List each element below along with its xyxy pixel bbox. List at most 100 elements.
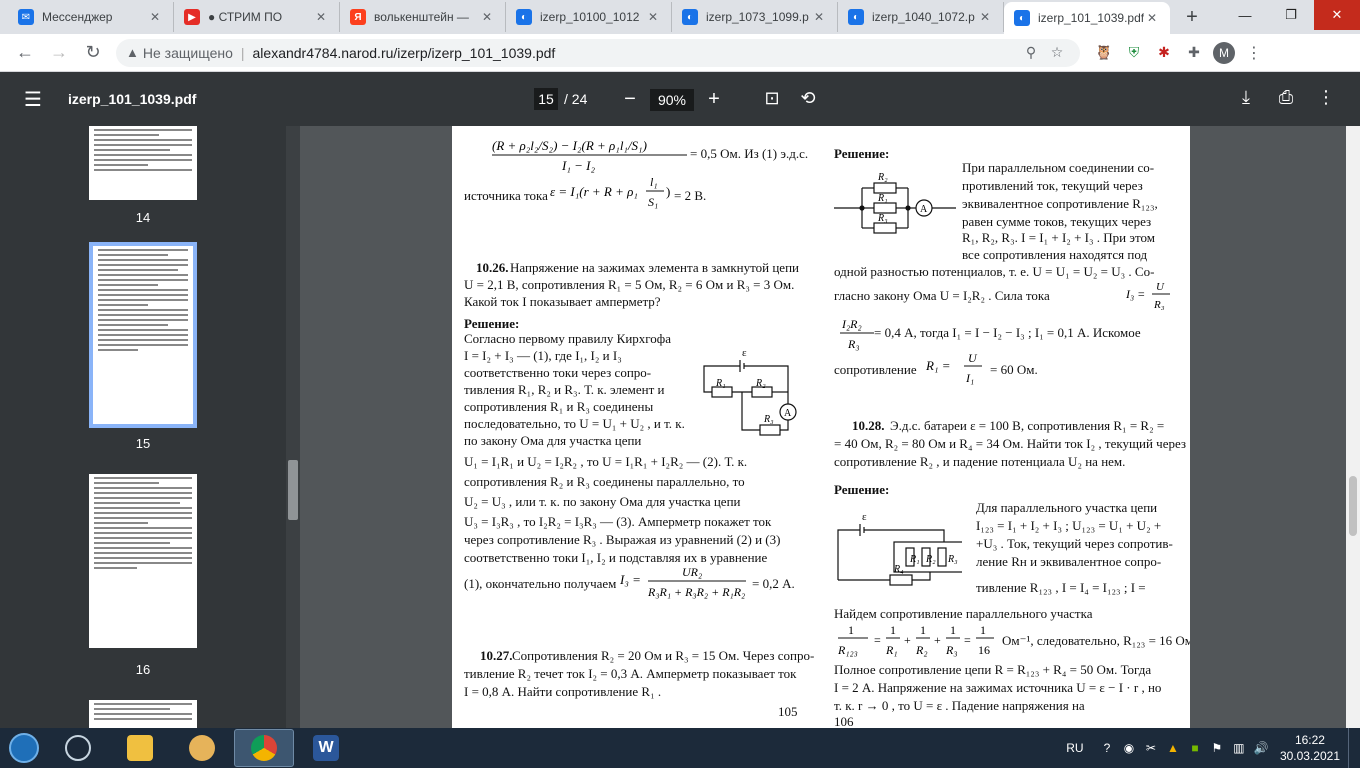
taskbar-explorer[interactable] [110,729,170,767]
tab-close-icon[interactable]: ✕ [977,10,993,24]
word-icon: W [313,735,339,761]
hamburger-menu-icon[interactable]: ☰ [24,87,48,112]
clock[interactable]: 16:22 30.03.2021 [1280,732,1340,764]
thumbnail-page-17[interactable] [89,700,197,728]
taskbar-chrome[interactable] [234,729,294,767]
page-number-input[interactable]: 15 [534,88,558,110]
profile-avatar[interactable]: M [1210,39,1238,67]
svg-text:=: = [874,633,881,647]
sidebar-scrollbar[interactable] [286,126,300,728]
text-line: = 0,5 Ом. Из (1) э.д.с. [690,146,809,161]
taskbar-paint[interactable] [172,729,232,767]
browser-tab[interactable]: ✉ Мессенджер ✕ [8,2,174,32]
tab-close-icon[interactable]: ✕ [811,10,827,24]
volume-icon[interactable]: 🔊 [1250,741,1272,755]
flag-icon[interactable]: ⚑ [1206,741,1228,755]
solution-heading: Решение: [834,146,890,161]
tab-title: Мессенджер [42,10,113,24]
browser-tab[interactable]: ◐ izerp_10100_1012 ✕ [506,2,672,32]
tab-close-icon[interactable]: ✕ [147,10,163,24]
tab-close-icon[interactable]: ✕ [479,10,495,24]
svg-text:1: 1 [920,623,926,637]
tab-favicon-icon: ◐ [848,9,864,25]
new-tab-button[interactable]: + [1178,3,1206,31]
close-window-button[interactable]: ✕ [1314,0,1360,30]
tool-icon[interactable]: ✂ [1140,741,1162,755]
svg-text:1: 1 [950,623,956,637]
windows-logo-icon [9,733,39,763]
warning-tray-icon[interactable]: ▲ [1162,741,1184,755]
steam-tray-icon[interactable]: ◉ [1118,741,1140,755]
back-button[interactable]: ← [10,38,40,68]
zoom-in-button[interactable]: + [700,88,728,111]
network-icon[interactable]: ▥ [1228,741,1250,755]
text-line: Напряжение на зажимах элемента в замкнут… [510,260,799,275]
help-icon[interactable]: ? [1096,741,1118,755]
star-icon[interactable]: ☆ [1044,44,1070,61]
reload-button[interactable]: ↻ [78,38,108,68]
text-line: (1), окончательно получаем [464,576,617,591]
main-scroll-thumb[interactable] [1349,476,1357,536]
browser-tab[interactable]: ◐ izerp_101_1039.pdf ✕ [1004,2,1170,34]
browser-tab[interactable]: ◐ izerp_1073_1099.p ✕ [672,2,838,32]
nvidia-icon[interactable]: ■ [1184,741,1206,755]
tab-close-icon[interactable]: ✕ [645,10,661,24]
problem-number: 10.27. [480,648,513,663]
browser-tab[interactable]: ▶ ● СТРИМ ПО ✕ [174,2,340,32]
tab-close-icon[interactable]: ✕ [1144,11,1160,25]
url-text[interactable]: alexandr4784.narod.ru/izerp/izerp_101_10… [253,45,1018,61]
tab-close-icon[interactable]: ✕ [313,10,329,24]
solution-heading: Решение: [464,316,520,331]
svg-text:R₂: R₂ [925,554,936,565]
text-line: сопротивление [834,362,917,377]
svg-text:R₂: R₂ [755,378,766,389]
text-line: сопротивление R₂ , и падение потенциала … [834,454,1126,469]
clock-time: 16:22 [1294,733,1325,747]
menu-kebab-icon[interactable]: ⋮ [1240,39,1268,67]
svg-text:R₁: R₁ [877,193,888,204]
language-indicator[interactable]: RU [1064,741,1086,755]
omnibox[interactable]: ▲ Не защищено | alexandr4784.narod.ru/iz… [116,38,1080,67]
svg-text:U: U [968,351,978,365]
warning-icon: ▲ [126,45,139,60]
text-line: по закону Ома для участка цепи [464,433,642,448]
more-options-icon[interactable]: ⋮ [1314,87,1338,108]
thumbnail-page-14[interactable] [89,126,197,200]
thumbnail-page-16[interactable] [89,474,197,648]
text-line: т. к. r → 0 , то U = ε . Падение напряже… [834,698,1085,713]
svg-text:U: U [1156,281,1165,293]
forward-button[interactable]: → [44,38,74,68]
extension-owl-icon[interactable]: 🦉 [1090,39,1118,67]
zoom-icon[interactable]: ⚲ [1018,44,1044,61]
browser-tab[interactable]: ◐ izerp_1040_1072.p ✕ [838,2,1004,32]
extensions-puzzle-icon[interactable]: ✚ [1180,39,1208,67]
print-icon[interactable]: ⎙ [1274,87,1298,108]
rotate-icon[interactable]: ⟲ [796,88,820,109]
show-desktop-button[interactable] [1348,728,1360,768]
tab-favicon-icon: ◐ [516,9,532,25]
extension-shield-icon[interactable]: ⛨ [1120,39,1148,67]
zoom-out-button[interactable]: − [616,88,644,111]
text-line: сопротивления R₁ и R₃ соединены [464,399,654,414]
svg-text:S₁: S₁ [648,195,658,209]
main-scrollbar[interactable] [1346,126,1360,728]
problem-number: 10.26. [476,260,509,275]
fit-page-icon[interactable]: ⊡ [760,88,784,109]
download-icon[interactable]: ⤓ [1234,87,1258,108]
extension-bug-icon[interactable]: ✱ [1150,39,1178,67]
windows-taskbar: W RU ? ◉ ✂ ▲ ■ ⚑ ▥ 🔊 16:22 30.03.2021 [0,728,1360,768]
minimize-button[interactable]: — [1222,0,1268,30]
text-line: равен сумме токов, текущих через [962,214,1152,229]
browser-tab[interactable]: Яволькенштейн — ✕ [340,2,506,32]
svg-text:R₁: R₁ [715,378,726,389]
tab-title: izerp_101_1039.pdf [1038,11,1144,25]
restore-button[interactable]: ❐ [1268,0,1314,30]
svg-text:I₃ =: I₃ = [619,572,641,587]
start-button[interactable] [0,728,48,768]
thumbnail-page-15[interactable] [89,242,197,428]
sidebar-scroll-thumb[interactable] [288,460,298,520]
taskbar-word[interactable]: W [296,729,356,767]
taskbar-steam[interactable] [48,729,108,767]
text-line: через сопротивление R₃ . Выражая из урав… [464,532,781,547]
zoom-level[interactable]: 90% [650,88,694,111]
